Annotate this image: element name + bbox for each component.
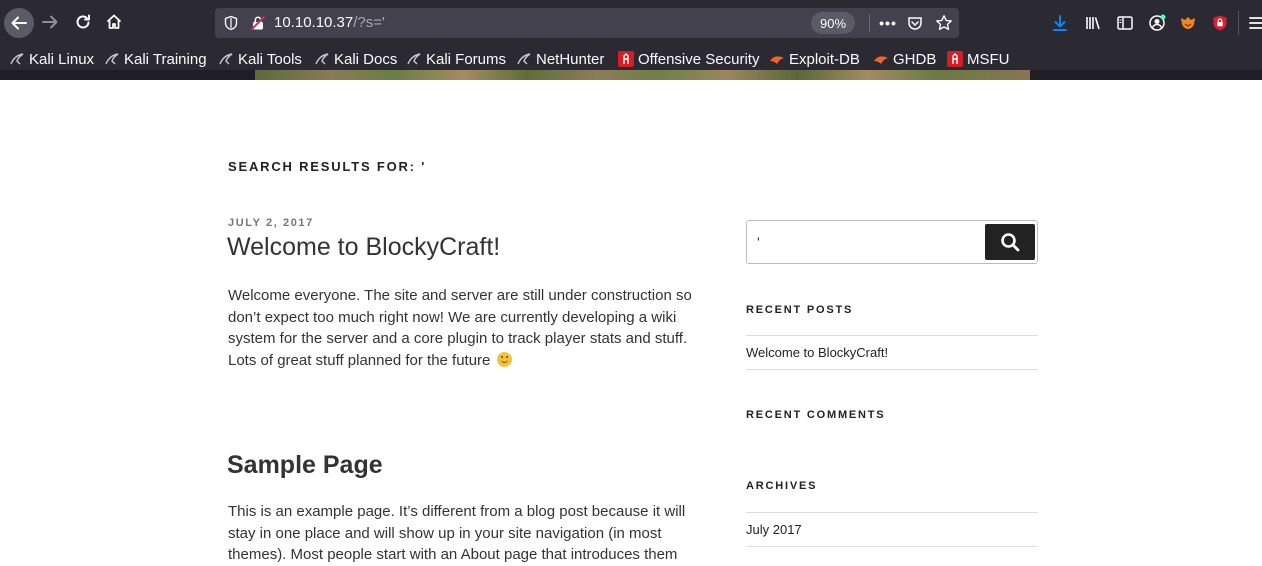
ublock-origin-icon[interactable] xyxy=(1210,13,1230,33)
kali-dragon-icon xyxy=(9,51,25,67)
post-excerpt: Welcome everyone. The site and server ar… xyxy=(228,285,698,371)
search-icon xyxy=(1001,233,1020,252)
recent-comments-title: Recent Comments xyxy=(746,409,886,421)
download-icon[interactable] xyxy=(1050,13,1070,33)
bookmark-star-icon[interactable] xyxy=(934,13,954,33)
bookmark-label: MSFU xyxy=(967,50,1010,68)
urlbar-divider xyxy=(869,14,870,32)
post-date[interactable]: July 2, 2017 xyxy=(228,217,314,229)
bookmark-label: Offensive Security xyxy=(638,50,760,68)
url-path: /?s=' xyxy=(353,14,385,31)
archives-title: Archives xyxy=(746,480,818,492)
insecure-lock-icon[interactable] xyxy=(250,15,266,31)
bookmark-kali-training[interactable]: Kali Training xyxy=(104,48,207,70)
bookmark-msfu[interactable]: MSFU xyxy=(947,48,1010,70)
forward-button[interactable] xyxy=(37,9,63,35)
arrow-left-icon xyxy=(11,16,27,30)
toolbar-divider xyxy=(1238,11,1239,35)
page-title[interactable]: Sample Page xyxy=(227,451,383,480)
recent-posts-title: Recent Posts xyxy=(746,304,854,316)
bookmarks-toolbar: Kali Linux Kali Training Kali Tools Kali… xyxy=(0,47,1262,71)
bookmark-label: GHDB xyxy=(893,50,937,68)
bookmark-label: Kali Docs xyxy=(334,50,398,68)
pocket-icon[interactable] xyxy=(905,13,925,33)
back-button[interactable] xyxy=(4,8,34,38)
reload-icon xyxy=(76,14,90,29)
browser-chrome: 10.10.10.37/?s=' 90% ••• Kali Linux Kali… xyxy=(0,0,1262,80)
archive-link[interactable]: July 2017 xyxy=(746,522,802,537)
bookmark-label: NetHunter xyxy=(536,50,605,68)
offsec-icon xyxy=(947,51,963,67)
tracking-shield-icon[interactable] xyxy=(223,15,239,31)
bookmark-nethunter[interactable]: NetHunter xyxy=(516,48,604,70)
page-content: Search Results for: ' July 2, 2017 Welco… xyxy=(0,80,1262,563)
bookmark-label: Kali Forums xyxy=(426,50,507,68)
exploitdb-icon xyxy=(873,51,889,67)
bookmark-ghdb[interactable]: GHDB xyxy=(873,48,936,70)
library-icon[interactable] xyxy=(1083,13,1103,33)
kali-dragon-icon xyxy=(406,51,422,67)
sidebar-search-form xyxy=(746,220,1038,264)
bookmark-exploit-db[interactable]: Exploit-DB xyxy=(769,48,860,70)
bookmark-kali-docs[interactable]: Kali Docs xyxy=(314,48,397,70)
arrow-right-icon xyxy=(42,15,58,29)
divider xyxy=(746,335,1038,336)
url-host: 10.10.10.37 xyxy=(274,14,354,31)
recent-post-link[interactable]: Welcome to BlockyCraft! xyxy=(746,345,888,360)
foxyproxy-icon[interactable] xyxy=(1178,13,1198,33)
kali-dragon-icon xyxy=(314,51,330,67)
bookmark-kali-forums[interactable]: Kali Forums xyxy=(406,48,506,70)
address-bar[interactable]: 10.10.10.37/?s=' 90% ••• xyxy=(215,8,959,38)
exploitdb-icon xyxy=(769,51,785,67)
zoom-level-badge[interactable]: 90% xyxy=(811,12,855,34)
url-text[interactable]: 10.10.10.37/?s=' xyxy=(274,14,385,31)
post-title[interactable]: Welcome to BlockyCraft! xyxy=(227,233,500,262)
bookmark-offensive-security[interactable]: Offensive Security xyxy=(618,48,759,70)
divider xyxy=(746,512,1038,513)
bookmark-label: Exploit-DB xyxy=(789,50,860,68)
kali-dragon-icon xyxy=(218,51,234,67)
reload-button[interactable] xyxy=(70,9,96,35)
bookmark-kali-tools[interactable]: Kali Tools xyxy=(218,48,302,70)
offsec-icon xyxy=(618,51,634,67)
search-results-heading: Search Results for: ' xyxy=(228,159,427,174)
hamburger-menu-icon[interactable] xyxy=(1246,13,1262,33)
home-icon xyxy=(106,14,122,29)
kali-dragon-icon xyxy=(104,51,120,67)
smiley-emoji-icon xyxy=(496,351,512,367)
post-excerpt-text: Welcome everyone. The site and server ar… xyxy=(228,287,692,369)
divider xyxy=(746,369,1038,370)
kali-dragon-icon xyxy=(516,51,532,67)
home-button[interactable] xyxy=(101,9,127,35)
bookmark-label: Kali Linux xyxy=(29,50,95,68)
account-icon[interactable] xyxy=(1147,13,1167,33)
sidebar-toggle-icon[interactable] xyxy=(1115,13,1135,33)
search-input[interactable] xyxy=(757,229,977,255)
search-button[interactable] xyxy=(985,224,1035,260)
header-image-strip xyxy=(0,70,1262,80)
page-actions-icon[interactable]: ••• xyxy=(878,13,898,33)
bookmark-kali-linux[interactable]: Kali Linux xyxy=(9,48,94,70)
bookmark-label: Kali Training xyxy=(124,50,207,68)
bookmark-label: Kali Tools xyxy=(238,50,302,68)
divider xyxy=(746,546,1038,547)
navigation-toolbar: 10.10.10.37/?s=' 90% ••• xyxy=(0,3,1262,41)
